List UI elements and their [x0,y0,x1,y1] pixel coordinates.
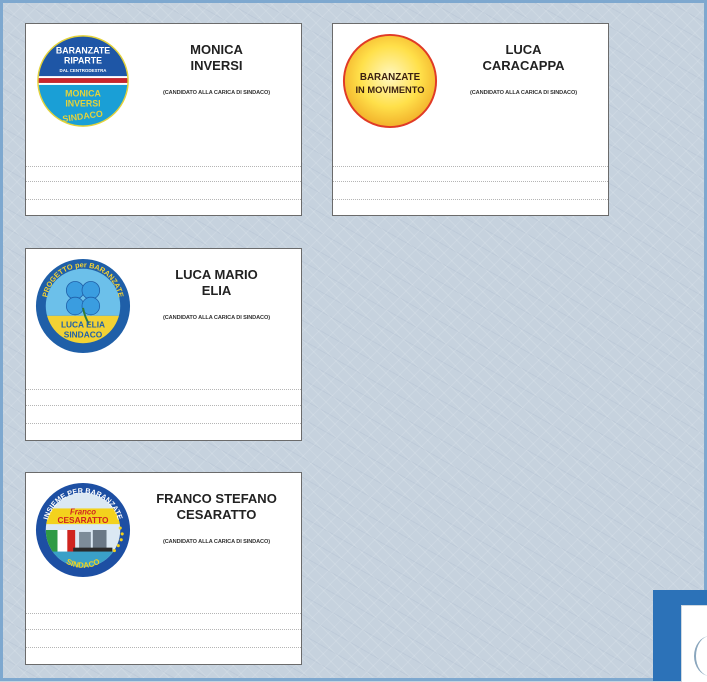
preference-line [26,181,301,182]
candidate-first-name: FRANCO STEFANO [156,491,277,506]
progetto-per-baranzate-logo: PROGETTO per BARANZATE LUCA ELIA SINDACO [34,257,132,355]
logo-text-line2: SINDACO [64,329,103,339]
logo-text-line2: IN MOVIMENTO [355,85,424,95]
candidate-name: LUCA MARIO ELIA [138,267,295,299]
adjacent-sheet-arc [694,636,707,676]
candidate-card-monica-inversi[interactable]: BARANZATE RIPARTE DAL CENTRODESTRA MONIC… [25,23,302,216]
adjacent-sheet-corner [653,590,707,682]
candidate-first-name: LUCA MARIO [175,267,258,282]
candidate-name: LUCA CARACAPPA [445,42,602,74]
adjacent-sheet-page [681,605,707,682]
preference-line [333,166,608,167]
candidate-role: (CANDIDATO ALLA CARICA DI SINDACO) [469,90,577,96]
preference-line [26,629,301,630]
candidate-role: (CANDIDATO ALLA CARICA DI SINDACO) [162,539,270,545]
candidate-card-luca-caracappa[interactable]: BARANZATE IN MOVIMENTO LUCA CARACAPPA (C… [332,23,609,216]
candidate-role: (CANDIDATO ALLA CARICA DI SINDACO) [162,90,270,96]
candidate-name: FRANCO STEFANO CESARATTO [138,491,295,523]
candidate-name: MONICA INVERSI [138,42,295,74]
candidate-last-name: CESARATTO [176,507,257,522]
candidate-card-luca-mario-elia[interactable]: PROGETTO per BARANZATE LUCA ELIA SINDACO… [25,248,302,441]
preference-line [26,199,301,200]
candidate-last-name: ELIA [201,283,232,298]
candidate-first-name: MONICA [190,42,243,57]
preference-line [26,647,301,648]
preference-line [26,405,301,406]
preference-line [26,613,301,614]
preference-line [26,166,301,167]
candidate-last-name: CARACAPPA [482,58,565,73]
logo-text-line1: BARANZATE [56,46,110,56]
baranzate-in-movimento-logo: BARANZATE IN MOVIMENTO [341,32,439,130]
preference-line [26,389,301,390]
logo-text-line4: MONICA [65,89,101,99]
logo-text-line2: RIPARTE [64,55,102,65]
logo-text-line1: LUCA ELIA [61,320,105,330]
insieme-per-baranzate-logo: INSIEME PER BARANZATE Franco CESARATTO S… [34,481,132,579]
logo-text-line2: CESARATTO [57,515,109,525]
preference-line [333,199,608,200]
preference-line [333,181,608,182]
preference-line [26,423,301,424]
logo-text-line3: DAL CENTRODESTRA [60,68,108,73]
candidate-first-name: LUCA [505,42,542,57]
logo-text-line1: BARANZATE [360,72,421,83]
logo-text-line5: INVERSI [65,98,100,108]
candidate-role: (CANDIDATO ALLA CARICA DI SINDACO) [162,315,270,321]
ballot-sheet: BARANZATE RIPARTE DAL CENTRODESTRA MONIC… [0,0,707,681]
candidate-card-franco-stefano-cesaratto[interactable]: INSIEME PER BARANZATE Franco CESARATTO S… [25,472,302,665]
candidate-last-name: INVERSI [190,58,243,73]
baranzate-riparte-logo: BARANZATE RIPARTE DAL CENTRODESTRA MONIC… [34,32,132,130]
